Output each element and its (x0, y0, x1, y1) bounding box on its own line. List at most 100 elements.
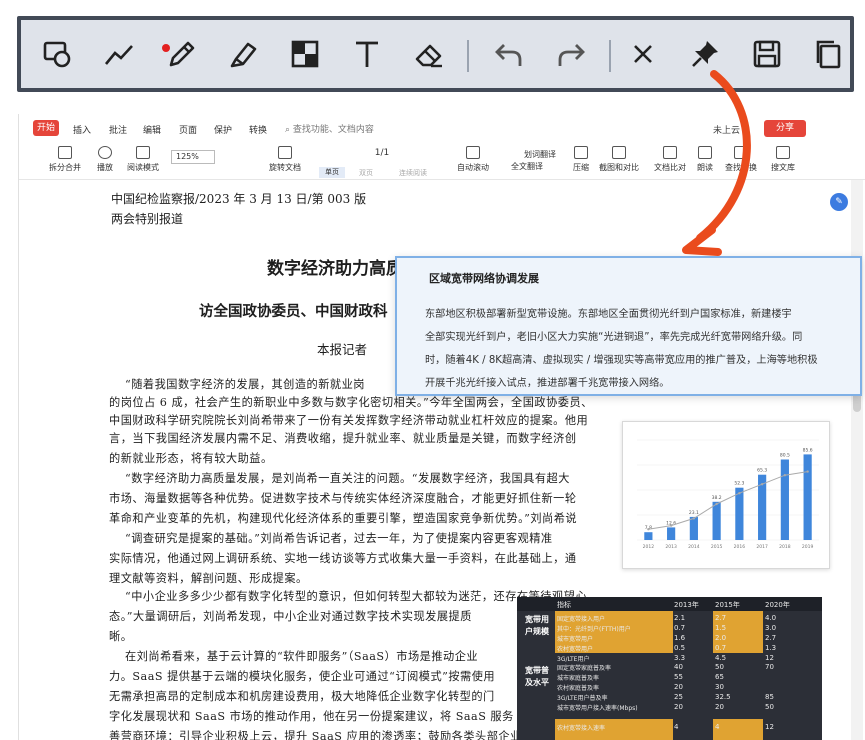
close-icon[interactable] (621, 32, 665, 76)
chart-svg: 7.8201212.6201323.1201438.2201552.320166… (637, 439, 819, 550)
chart-category-label: 2012 (643, 544, 655, 550)
cloud-status[interactable]: 未上云 (713, 123, 740, 136)
chart-category-label: 2014 (688, 544, 700, 550)
popup-line: 全部实现光纤到户，老旧小区大力实施“光进铜退”，率先完成光纤宽带网络升级。同 (425, 332, 803, 343)
chart-data-label: 38.2 (712, 495, 722, 501)
undo-icon[interactable] (487, 32, 531, 76)
chart-bar (735, 487, 744, 540)
doc-header-line2: 两会特别报道 (111, 212, 184, 226)
ai-assistant-button[interactable]: ✎ (830, 193, 848, 211)
page-number[interactable]: 1/1 (349, 148, 415, 162)
table-cell: 4 (715, 723, 720, 731)
menu-edit[interactable]: 编辑 (143, 123, 161, 136)
table-row-label: 城市宽带用户接入速率(Mbps) (557, 705, 638, 712)
split-merge-button[interactable]: 拆分合并 (49, 146, 81, 173)
copy-icon[interactable] (807, 32, 851, 76)
chart-line-point (647, 528, 650, 531)
highlighter-icon[interactable] (221, 32, 265, 76)
menu-protect[interactable]: 保护 (214, 123, 232, 136)
menu-bar: 开始 插入 批注 编辑 页面 保护 转换 ⌕ 查找功能、文档内容 未上云 分享 (19, 114, 865, 144)
table-highlight-block (713, 719, 763, 740)
menu-comment[interactable]: 批注 (109, 123, 127, 136)
doc-body-line: 无需承担高昂的定制成本和机房建设费用，极大地降低企业数字化转型的门 (109, 690, 495, 703)
chart-line-point (692, 517, 696, 520)
search-library-button[interactable]: 搜文库 (771, 146, 795, 173)
table-header-cell: 指标 (557, 601, 571, 609)
table-cell: 70 (765, 663, 774, 671)
table-header-cell: 2015年 (715, 601, 740, 609)
menu-page[interactable]: 页面 (179, 123, 197, 136)
doc-body-line: 的岗位占 6 成，社会产生的新职业中多数与数字化密切相关。”今年全国两会，全国政… (109, 396, 593, 409)
play-button[interactable]: 播放 (97, 146, 113, 173)
chart-category-label: 2015 (711, 544, 723, 550)
table-cell: 0.7 (715, 644, 727, 652)
chart-bar (689, 516, 698, 540)
menu-convert[interactable]: 转换 (249, 123, 267, 136)
reading-mode-button[interactable]: 阅读模式 (127, 146, 159, 173)
single-page-button[interactable]: 单页 (319, 167, 345, 178)
doc-body-line: 市场、海量数据等各种优势。促进数字技术与传统实体经济深度融合，才能更好抓住新一轮 (109, 492, 577, 505)
table-cell: 85 (765, 693, 774, 701)
pin-icon[interactable] (683, 32, 727, 76)
share-button[interactable]: 分享 (764, 120, 806, 137)
shape-icon[interactable] (35, 32, 79, 76)
table-cell: 4.0 (765, 614, 777, 622)
doc-body-line: 态。”大量调研后，刘尚希发现，中小企业对通过数字技术实现发展提质 (109, 610, 472, 623)
search-input[interactable]: ⌕ 查找功能、文档内容 (285, 122, 374, 135)
eraser-icon[interactable] (407, 32, 451, 76)
chart-category-label: 2019 (802, 544, 814, 550)
chart-data-label: 23.1 (689, 510, 699, 516)
tool-ribbon: 拆分合并 播放 阅读模式 125% 旋转文档 1/1 单页 双页 连续阅读 自动… (19, 144, 865, 180)
table-cell: 65 (715, 673, 724, 681)
doc-body-line: 力。SaaS 提供基于云端的模块化服务，使企业可通过“订阅模式”按需使用 (109, 670, 496, 683)
find-replace-button[interactable]: 查找替换 (725, 146, 757, 173)
bar-chart-image: 7.8201212.6201323.1201438.2201552.320166… (622, 421, 830, 569)
chart-data-label: 85.6 (803, 447, 813, 453)
rotate-button[interactable]: 旋转文档 (269, 146, 301, 173)
chart-line-point (760, 483, 764, 486)
redo-icon[interactable] (549, 32, 593, 76)
table-cell: 0.5 (674, 644, 686, 652)
table-row-label: 其中：光纤到户(FTTH)用户 (557, 626, 631, 633)
doc-body-line: 在刘尚希看来，基于云计算的“软件即服务”（SaaS）市场是推动企业 (125, 650, 479, 663)
table-cell: 12 (765, 654, 774, 662)
chart-data-label: 80.5 (780, 453, 790, 459)
table-cell: 25 (674, 693, 683, 701)
full-translate-button[interactable]: 全文翻译 (511, 161, 543, 172)
toolbar-divider (467, 40, 469, 72)
table-row-label: 城市宽带用户 (557, 636, 594, 643)
chart-line-point (715, 502, 718, 506)
trend-line-icon[interactable] (97, 32, 141, 76)
table-row-label: 农村宽带接入速率 (557, 725, 606, 732)
auto-scroll-button[interactable]: 自动滚动 (457, 146, 489, 173)
table-header-cell: 2013年 (674, 601, 699, 609)
mosaic-icon[interactable] (283, 32, 327, 76)
chart-category-label: 2013 (665, 544, 677, 550)
table-cell: 50 (765, 703, 774, 711)
zoom-select[interactable]: 125% (171, 150, 215, 164)
compress-button[interactable]: 压缩 (573, 146, 589, 173)
read-aloud-button[interactable]: 朗读 (697, 146, 713, 173)
save-icon[interactable] (745, 32, 789, 76)
screenshot-compare-button[interactable]: 截图和对比 (599, 146, 639, 173)
text-icon[interactable] (345, 32, 389, 76)
pencil-icon[interactable] (159, 32, 203, 76)
doc-compare-button[interactable]: 文档比对 (654, 146, 686, 173)
table-cell: 1.3 (765, 644, 777, 652)
doc-body-line: 晰。 (109, 630, 133, 643)
menu-start[interactable]: 开始 (33, 120, 59, 136)
chart-data-label: 52.3 (734, 481, 744, 487)
menu-insert[interactable]: 插入 (73, 123, 91, 136)
doc-body-line: 的新就业形态，将有较大助益。 (109, 452, 273, 465)
screen: { "annotation_toolbar": { "tools": [ {"n… (0, 0, 865, 740)
table-cell: 3.3 (674, 654, 686, 662)
double-page-button[interactable]: 双页 (359, 168, 373, 178)
continuous-button[interactable]: 连续阅读 (399, 168, 427, 178)
table-row-label: 固定宽带接入用户 (557, 616, 606, 623)
table-cell: 2.0 (715, 634, 727, 642)
chart-bar (780, 459, 789, 540)
doc-body-line: 言，当下我国经济发展内需不足、消费收缩，提升就业率、就业质量是关键，而数字经济创 (109, 432, 577, 445)
doc-header-line1: 中国纪检监察报/2023 年 3 月 13 日/第 003 版 (111, 192, 367, 206)
table-cell: 20 (674, 683, 683, 691)
word-translate-button[interactable]: 划词翻译 (524, 149, 556, 160)
